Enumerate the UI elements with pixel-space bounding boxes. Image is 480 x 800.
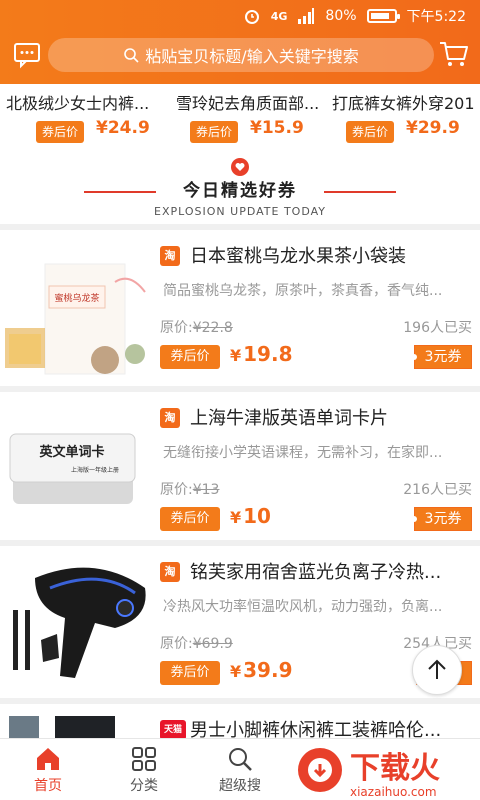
taobao-badge: 淘	[160, 562, 180, 582]
coupon-label: 券后价	[346, 121, 395, 143]
signal-icon	[298, 8, 315, 24]
original-price: 原价:¥13	[160, 482, 220, 498]
product-title: 上海牛津版英语单词卡片	[190, 408, 388, 429]
product-image: 蜜桃乌龙茶	[5, 242, 153, 375]
message-icon[interactable]	[12, 39, 42, 69]
product-title: 日本蜜桃乌龙水果茶小袋装	[190, 246, 406, 267]
product-card[interactable]: 淘 铭芙家用宿舍蓝光负离子冷热... 冷热风大功率恒温吹风机，动力强劲，负离..…	[0, 546, 480, 702]
product-desc: 冷热风大功率恒温吹风机，动力强劲，负离...	[163, 599, 443, 615]
product-card[interactable]: 英文单词卡 上海版一年级上册 淘 上海牛津版英语单词卡片 无缝衔接小学英语课程，…	[0, 392, 480, 548]
coupon-label: 券后价	[36, 121, 85, 143]
coupon-label: 券后价	[160, 661, 220, 685]
strip-item-price: ¥29.9	[406, 118, 460, 138]
product-price: ¥39.9	[230, 658, 293, 682]
section-subtitle: EXPLOSION UPDATE TODAY	[154, 205, 326, 218]
product-card[interactable]: 蜜桃乌龙茶 淘 日本蜜桃乌龙水果茶小袋装 简品蜜桃乌龙茶，原茶叶，茶真香，香气纯…	[0, 230, 480, 386]
product-desc: 简品蜜桃乌龙茶，原茶叶，茶真香，香气纯...	[163, 283, 443, 299]
product-image: 英文单词卡 上海版一年级上册	[5, 404, 153, 537]
tab-label: 分类	[130, 778, 158, 794]
cart-icon[interactable]	[438, 38, 470, 70]
original-price: 原价:¥22.8	[160, 320, 233, 336]
strip-item-title: 雪玲妃去角质面部...	[176, 94, 320, 113]
watermark-logo: 下载火 xiazaihuo.com	[298, 748, 440, 799]
strip-item[interactable]: 北极绒少女士内裤... 券后价 ¥24.9	[0, 84, 166, 150]
strip-item-price: ¥24.9	[96, 118, 150, 138]
coupon-label: 券后价	[160, 507, 220, 531]
tab-label: 首页	[34, 778, 62, 794]
search-icon	[229, 748, 252, 771]
tab-label: 超级搜	[219, 778, 261, 794]
search-row: 粘贴宝贝标题/输入关键字搜索	[0, 36, 480, 72]
clock: 下午5:22	[406, 9, 466, 25]
section-title: 今日精选好券	[183, 181, 297, 201]
product-price: ¥10	[230, 504, 271, 528]
original-price: 原价:¥69.9	[160, 636, 233, 652]
search-input[interactable]: 粘贴宝贝标题/输入关键字搜索	[48, 38, 434, 72]
product-title: 铭芙家用宿舍蓝光负离子冷热...	[190, 562, 442, 583]
coupon-label: 券后价	[160, 345, 220, 369]
product-image-subtext: 上海版一年级上册	[71, 466, 119, 474]
product-price: ¥19.8	[230, 342, 293, 366]
strip-item-title: 打底裤女裤外穿201	[332, 94, 475, 113]
app-root: 4G 80% 下午5:22 粘贴宝贝标题/输入关键字搜索 北极绒少女士内裤...…	[0, 0, 480, 800]
sold-count: 196人已买	[403, 320, 472, 336]
product-image-text: 英文单词卡	[38, 444, 104, 460]
top-product-strip: 北极绒少女士内裤... 券后价 ¥24.9 雪玲妃去角质面部... 券后价 ¥1…	[0, 84, 480, 150]
tab-super-search[interactable]: 超级搜	[192, 743, 288, 800]
battery-percent: 80%	[325, 8, 357, 24]
scroll-top-button[interactable]	[412, 645, 462, 695]
product-desc: 无缝衔接小学英语课程，无需补习，在家即...	[163, 445, 443, 461]
header: 4G 80% 下午5:22 粘贴宝贝标题/输入关键字搜索	[0, 0, 480, 84]
taobao-badge: 淘	[160, 246, 180, 266]
coupon-ticket[interactable]: 3元券	[411, 507, 472, 531]
search-placeholder: 粘贴宝贝标题/输入关键字搜索	[145, 47, 359, 66]
home-icon	[37, 748, 59, 770]
alarm-icon	[244, 10, 259, 24]
strip-item-price: ¥15.9	[250, 118, 304, 138]
arrow-up-icon	[428, 659, 446, 679]
strip-item[interactable]: 打底裤女裤外穿201 券后价 ¥29.9	[326, 84, 480, 150]
tab-category[interactable]: 分类	[96, 743, 192, 800]
coupon-label: 券后价	[190, 121, 239, 143]
grid-icon	[132, 747, 156, 771]
taobao-badge: 淘	[160, 408, 180, 428]
sold-count: 216人已买	[403, 482, 472, 498]
strip-item-title: 北极绒少女士内裤...	[6, 94, 150, 113]
watermark-url: xiazaihuo.com	[350, 785, 437, 799]
search-icon	[124, 48, 139, 63]
section-header: 今日精选好券 EXPLOSION UPDATE TODAY	[0, 150, 480, 224]
strip-item[interactable]: 雪玲妃去角质面部... 券后价 ¥15.9	[170, 84, 336, 150]
coupon-ticket[interactable]: 3元券	[411, 345, 472, 369]
product-image-text: 蜜桃乌龙茶	[54, 292, 99, 304]
tab-home[interactable]: 首页	[0, 743, 96, 800]
battery-icon	[366, 9, 400, 23]
tmall-badge: 天猫	[160, 720, 186, 740]
network-type: 4G	[270, 9, 288, 23]
status-bar: 4G 80% 下午5:22	[0, 0, 480, 32]
watermark-text: 下载火	[350, 751, 440, 786]
heart-icon	[231, 158, 249, 176]
product-image	[5, 558, 153, 691]
